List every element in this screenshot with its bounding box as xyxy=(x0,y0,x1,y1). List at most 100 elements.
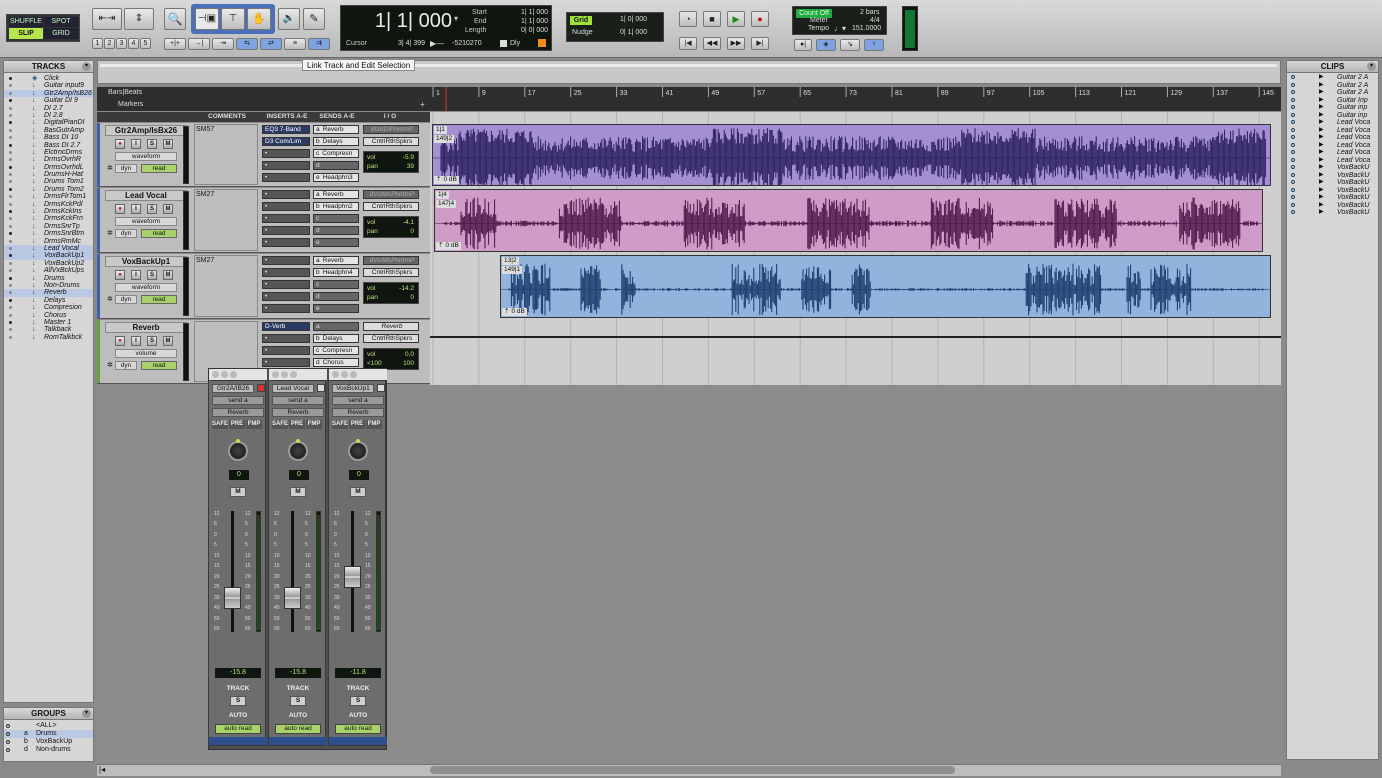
send-slot[interactable]: d xyxy=(313,161,359,170)
input-selector[interactable]: 8GtrDIPhntmP xyxy=(363,125,419,134)
tempo-value[interactable]: 151.0000 xyxy=(852,25,881,32)
send-mute-button[interactable]: M xyxy=(350,487,366,497)
track-show-dot-icon[interactable] xyxy=(9,224,12,228)
pan-value[interactable]: 39 xyxy=(407,163,414,170)
input-selector[interactable]: Reverb xyxy=(363,322,419,331)
record-arm-icon[interactable]: ● xyxy=(115,139,125,149)
clip-list-item[interactable]: VoxBackU ▶ xyxy=(1287,172,1378,180)
elastic-audio-icon[interactable]: ✲ xyxy=(107,295,113,303)
insert-slot[interactable]: • xyxy=(262,202,310,211)
input-monitor-icon[interactable]: I xyxy=(131,139,141,149)
volume-fader[interactable] xyxy=(344,566,361,589)
window-minimize-icon[interactable] xyxy=(221,371,228,378)
midi-merge-icon[interactable]: ⇘ xyxy=(840,39,860,51)
track-show-dot-icon[interactable] xyxy=(9,335,12,339)
pan-value[interactable]: 0 xyxy=(410,294,414,301)
clip-list-item[interactable]: VoxBackU ▶ xyxy=(1287,194,1378,202)
volume-fader[interactable] xyxy=(284,586,301,609)
pan-value[interactable]: 0 xyxy=(349,470,369,480)
pan-value[interactable]: 0 xyxy=(289,470,309,480)
dyn-label[interactable]: dyn xyxy=(115,295,137,304)
track-show-dot-icon[interactable] xyxy=(9,136,12,140)
shuffle-mode-button[interactable]: SHUFFLE xyxy=(9,17,43,27)
track-show-dot-icon[interactable] xyxy=(9,298,12,302)
bars-beats-ruler[interactable]: 1 9 17 25 33 41 49 57 65 73 81 89 97 105 113 121 129 137 1… xyxy=(430,87,1281,111)
output-selector[interactable]: CntrlRthSpkrs xyxy=(363,202,419,211)
grabber-tool-icon[interactable]: ✋ xyxy=(247,8,271,30)
input-selector[interactable]: 8VclMcPhntmP xyxy=(363,256,419,265)
track-show-dot-icon[interactable] xyxy=(9,143,12,147)
send-slot[interactable]: b Headphn4 xyxy=(313,268,359,277)
send-fmp-button[interactable]: FMP xyxy=(306,420,322,429)
clips-panel-menu-icon[interactable]: ▾ xyxy=(1367,62,1376,71)
group-list-item[interactable]: <ALL> xyxy=(4,722,93,730)
solo-button[interactable]: S xyxy=(230,696,246,706)
track-show-dot-icon[interactable] xyxy=(9,239,12,243)
send-slot[interactable]: c Compresn xyxy=(313,346,359,355)
track-show-dot-icon[interactable] xyxy=(9,254,12,258)
insertion-follows-icon[interactable]: ⇥ xyxy=(212,38,234,50)
send-slot[interactable]: a xyxy=(313,322,359,331)
clip-expand-icon[interactable]: ▶ xyxy=(1319,134,1324,142)
send-pre-button[interactable]: PRE xyxy=(349,420,365,429)
track-name[interactable]: Lead Vocal xyxy=(105,190,187,201)
clip-expand-icon[interactable]: ▶ xyxy=(1319,97,1324,105)
selector-tool-icon[interactable]: ⊤ xyxy=(221,8,245,30)
clip-list-item[interactable]: VoxBackU ▶ xyxy=(1287,179,1378,187)
group-active-icon[interactable] xyxy=(6,740,10,744)
return-to-zero-icon[interactable]: |◀ xyxy=(679,37,697,50)
group-active-icon[interactable] xyxy=(6,724,10,728)
window-close-icon[interactable] xyxy=(332,371,339,378)
track-list-item[interactable]: Compresion ↓ xyxy=(4,304,93,311)
send-slot[interactable]: e xyxy=(313,238,359,247)
send-slot[interactable]: d xyxy=(313,226,359,235)
clip-list-item[interactable]: Lead Voca ▶ xyxy=(1287,119,1378,127)
send-safe-button[interactable]: SAFE xyxy=(272,420,288,429)
record-icon[interactable]: ● xyxy=(751,11,769,27)
clip-expand-icon[interactable]: ▶ xyxy=(1319,104,1324,112)
metronome-icon[interactable]: ◈ xyxy=(816,39,836,51)
trim-tool-icon[interactable]: ⊣▣ xyxy=(195,8,219,30)
track-list-item[interactable]: RomTalkbck ↓ xyxy=(4,334,93,341)
send-destination-selector[interactable]: Reverb xyxy=(272,408,324,417)
output-selector[interactable]: CntrlRthSpkrs xyxy=(363,334,419,343)
mute-button[interactable]: M xyxy=(163,336,173,346)
comment-box[interactable]: SM27 xyxy=(194,255,258,317)
pencil-tool-icon[interactable]: ✎ xyxy=(303,8,325,30)
send-fmp-button[interactable]: FMP xyxy=(366,420,382,429)
send-slot[interactable]: c Compresn xyxy=(313,149,359,158)
track-show-dot-icon[interactable] xyxy=(9,232,12,236)
track-show-dot-icon[interactable] xyxy=(9,195,12,199)
strip-track-name[interactable]: Lead Vocal xyxy=(272,384,314,393)
track-show-dot-icon[interactable] xyxy=(9,283,12,287)
track-show-dot-icon[interactable] xyxy=(9,320,12,324)
send-window-icon[interactable] xyxy=(317,384,325,392)
clip-list-item[interactable]: Lead Voca ▶ xyxy=(1287,142,1378,150)
insert-slot[interactable]: • xyxy=(262,149,310,158)
track-name[interactable]: Gtr2Amp/IsBx26 xyxy=(105,125,187,136)
track-list-item[interactable]: VoxBackUp2 ↓ xyxy=(4,260,93,267)
clip-gain[interactable]: ⇡ 0 dB xyxy=(436,242,461,250)
track-list-item[interactable]: AllVxBckUps ↓ xyxy=(4,267,93,274)
fader-value[interactable]: -11.8 xyxy=(335,668,381,678)
send-slot[interactable]: d Chorus xyxy=(313,358,359,367)
vol-value[interactable]: -5.9 xyxy=(403,154,414,161)
fader-value[interactable]: -15.8 xyxy=(215,668,261,678)
track-show-dot-icon[interactable] xyxy=(9,91,12,95)
vol-value[interactable]: -4.1 xyxy=(403,219,414,226)
track-show-dot-icon[interactable] xyxy=(9,158,12,162)
link-timeline-icon[interactable]: ⇆ xyxy=(236,38,258,50)
zoom-preset-3[interactable]: 3 xyxy=(116,38,127,49)
clip-expand-icon[interactable]: ▶ xyxy=(1319,89,1324,97)
track-list-item[interactable]: DrmsOvrhR ↓ xyxy=(4,156,93,163)
track-show-dot-icon[interactable] xyxy=(9,210,12,214)
clip-list-item[interactable]: Lead Voca ▶ xyxy=(1287,127,1378,135)
insert-slot[interactable]: • xyxy=(262,280,310,289)
send-safe-button[interactable]: SAFE xyxy=(212,420,228,429)
clip-list-item[interactable]: Guitar inp ▶ xyxy=(1287,112,1378,120)
track-show-dot-icon[interactable] xyxy=(9,187,12,191)
track-list-item[interactable]: Lead Vocal ↓ xyxy=(4,244,93,253)
clip-expand-icon[interactable]: ▶ xyxy=(1319,127,1324,135)
send-slot[interactable]: c xyxy=(313,280,359,289)
zoom-out-icon[interactable]: ⇤⇥ xyxy=(92,8,122,30)
